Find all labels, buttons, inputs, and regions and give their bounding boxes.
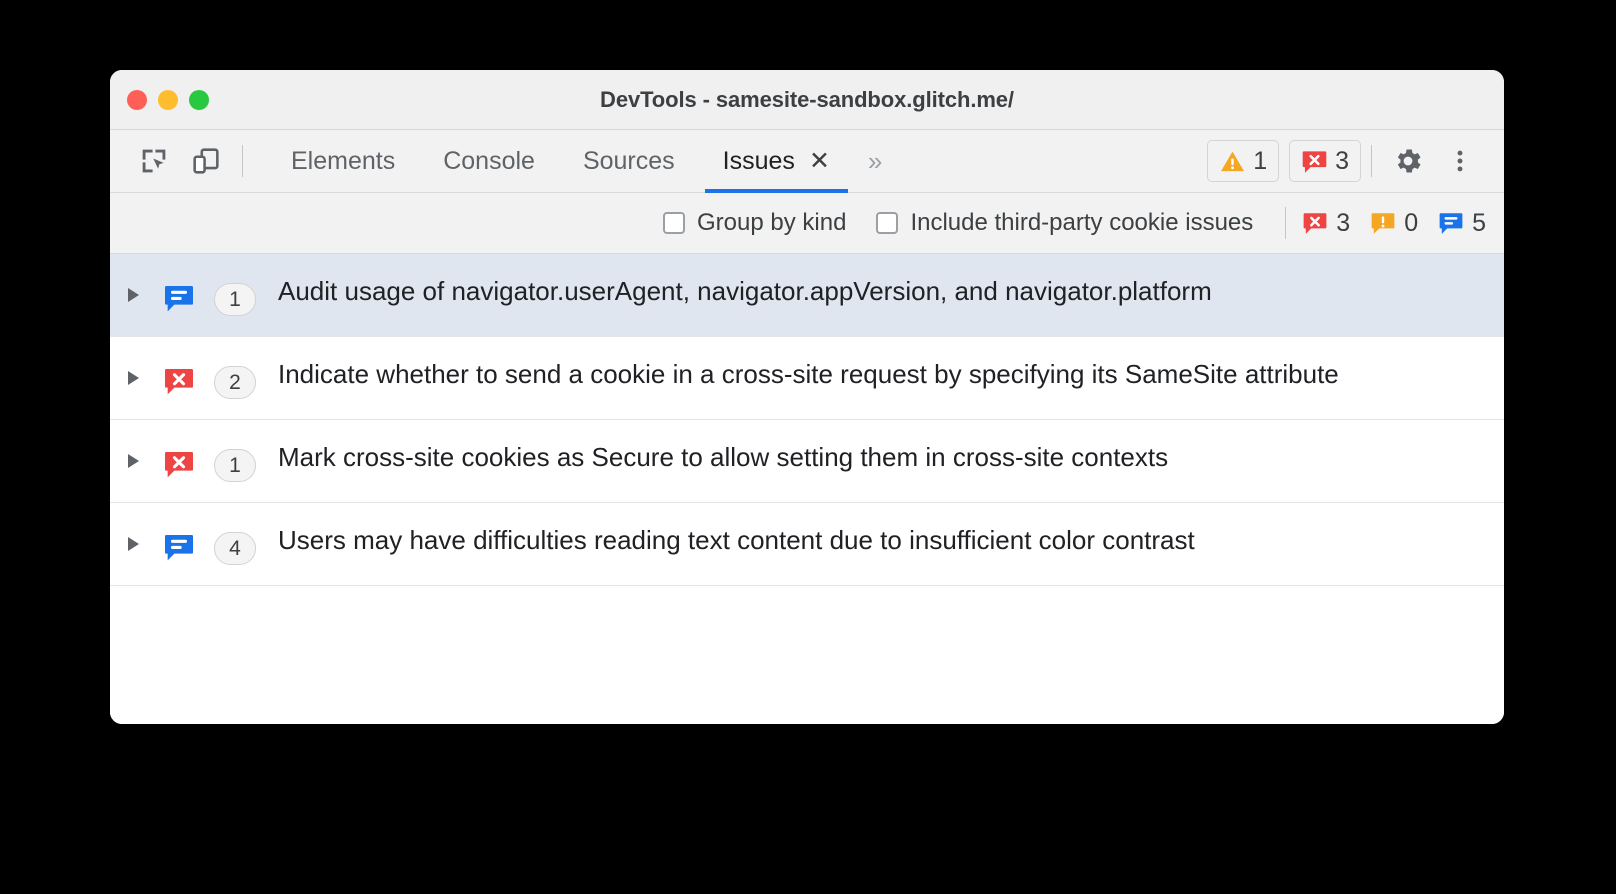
chevron-right-icon xyxy=(127,537,139,551)
issue-kind-icon-wrapper xyxy=(156,523,202,563)
chevron-right-icon xyxy=(127,371,139,385)
issue-row[interactable]: 1 Audit usage of navigator.userAgent, na… xyxy=(110,254,1504,337)
panel-tabs: Elements Console Sources Issues ✕ » xyxy=(267,130,896,193)
tab-console-label: Console xyxy=(443,146,535,175)
inspect-element-icon xyxy=(137,144,171,178)
error-count-value: 3 xyxy=(1335,146,1349,175)
settings-button[interactable] xyxy=(1382,145,1434,177)
close-icon[interactable]: ✕ xyxy=(809,148,830,174)
issue-title: Indicate whether to send a cookie in a c… xyxy=(278,359,1339,389)
info-bubble-icon xyxy=(1438,210,1464,236)
close-window-button[interactable] xyxy=(127,89,147,110)
toolbar-right-group: 1 3 xyxy=(1197,130,1504,192)
window-title: DevTools - samesite-sandbox.glitch.me/ xyxy=(600,86,1014,112)
expand-issue-button[interactable] xyxy=(110,440,156,468)
tab-sources[interactable]: Sources xyxy=(559,130,699,192)
tally-breaking-changes-value: 0 xyxy=(1404,208,1419,237)
issue-kind-icon-wrapper xyxy=(156,440,202,480)
error-bubble-icon xyxy=(1302,210,1328,236)
toolbar-left-group xyxy=(110,130,253,192)
device-toolbar-button[interactable] xyxy=(180,144,232,178)
issue-count-chip: 1 xyxy=(214,449,256,482)
minimize-window-button[interactable] xyxy=(158,89,178,110)
tally-breaking-changes[interactable]: 0 xyxy=(1370,209,1418,238)
tally-page-errors[interactable]: 3 xyxy=(1302,209,1350,238)
issues-list: 1 Audit usage of navigator.userAgent, na… xyxy=(110,254,1504,724)
warning-count-button[interactable]: 1 xyxy=(1207,140,1280,182)
error-bubble-icon xyxy=(163,448,195,480)
tab-console[interactable]: Console xyxy=(419,130,559,192)
tab-issues-label: Issues xyxy=(722,146,795,175)
tally-improvements[interactable]: 5 xyxy=(1438,209,1486,238)
error-count-button[interactable]: 3 xyxy=(1289,140,1361,182)
issue-title: Audit usage of navigator.userAgent, navi… xyxy=(278,276,1212,306)
main-menu-button[interactable] xyxy=(1434,147,1486,175)
issue-count-chip: 4 xyxy=(214,532,256,565)
issue-kind-icon-wrapper xyxy=(156,274,202,314)
warning-triangle-icon xyxy=(1219,148,1246,175)
tab-sources-label: Sources xyxy=(582,146,675,175)
inspect-element-button[interactable] xyxy=(128,144,180,178)
issues-filter-bar: Group by kind Include third-party cookie… xyxy=(110,193,1504,254)
warning-bubble-icon xyxy=(1370,210,1396,236)
info-bubble-icon xyxy=(163,531,195,563)
tab-elements[interactable]: Elements xyxy=(267,130,419,192)
issue-title: Mark cross-site cookies as Secure to all… xyxy=(278,442,1169,472)
expand-issue-button[interactable] xyxy=(110,357,156,385)
more-tabs-button[interactable]: » xyxy=(854,130,896,192)
issue-count-chip: 1 xyxy=(214,283,256,316)
chevron-double-right-icon: » xyxy=(867,145,883,176)
kebab-menu-icon xyxy=(1446,147,1474,175)
error-bubble-icon xyxy=(1301,148,1328,175)
checkbox-box[interactable] xyxy=(663,212,686,234)
title-bar: DevTools - samesite-sandbox.glitch.me/ xyxy=(110,70,1504,130)
checkbox-box[interactable] xyxy=(876,212,899,234)
tab-issues[interactable]: Issues ✕ xyxy=(699,130,854,193)
gear-icon xyxy=(1392,145,1424,177)
tally-page-errors-value: 3 xyxy=(1336,208,1351,237)
issue-row[interactable]: 1 Mark cross-site cookies as Secure to a… xyxy=(110,420,1504,503)
tally-improvements-value: 5 xyxy=(1472,208,1486,237)
window-controls xyxy=(127,89,209,110)
maximize-window-button[interactable] xyxy=(189,89,209,110)
group-by-kind-label: Group by kind xyxy=(697,209,847,236)
device-toolbar-icon xyxy=(189,144,223,178)
expand-issue-button[interactable] xyxy=(110,274,156,302)
issue-row[interactable]: 4 Users may have difficulties reading te… xyxy=(110,503,1504,586)
filter-divider xyxy=(1285,207,1287,239)
chevron-right-icon xyxy=(127,454,139,468)
issue-title: Users may have difficulties reading text… xyxy=(278,525,1195,555)
devtools-toolbar: Elements Console Sources Issues ✕ » 1 3 xyxy=(110,130,1504,193)
chevron-right-icon xyxy=(127,288,139,302)
tab-elements-label: Elements xyxy=(291,146,396,175)
include-third-party-label: Include third-party cookie issues xyxy=(910,209,1254,236)
toolbar-divider-right xyxy=(1371,145,1372,177)
warning-count-value: 1 xyxy=(1253,146,1268,175)
error-bubble-icon xyxy=(163,365,195,397)
info-bubble-icon xyxy=(163,282,195,314)
toolbar-divider xyxy=(242,145,243,177)
expand-issue-button[interactable] xyxy=(110,523,156,551)
issue-row[interactable]: 2 Indicate whether to send a cookie in a… xyxy=(110,337,1504,420)
include-third-party-checkbox[interactable]: Include third-party cookie issues xyxy=(876,209,1253,237)
issue-count-chip: 2 xyxy=(214,366,256,399)
devtools-window: DevTools - samesite-sandbox.glitch.me/ E… xyxy=(110,70,1504,724)
issue-kind-icon-wrapper xyxy=(156,357,202,397)
group-by-kind-checkbox[interactable]: Group by kind xyxy=(663,209,846,237)
